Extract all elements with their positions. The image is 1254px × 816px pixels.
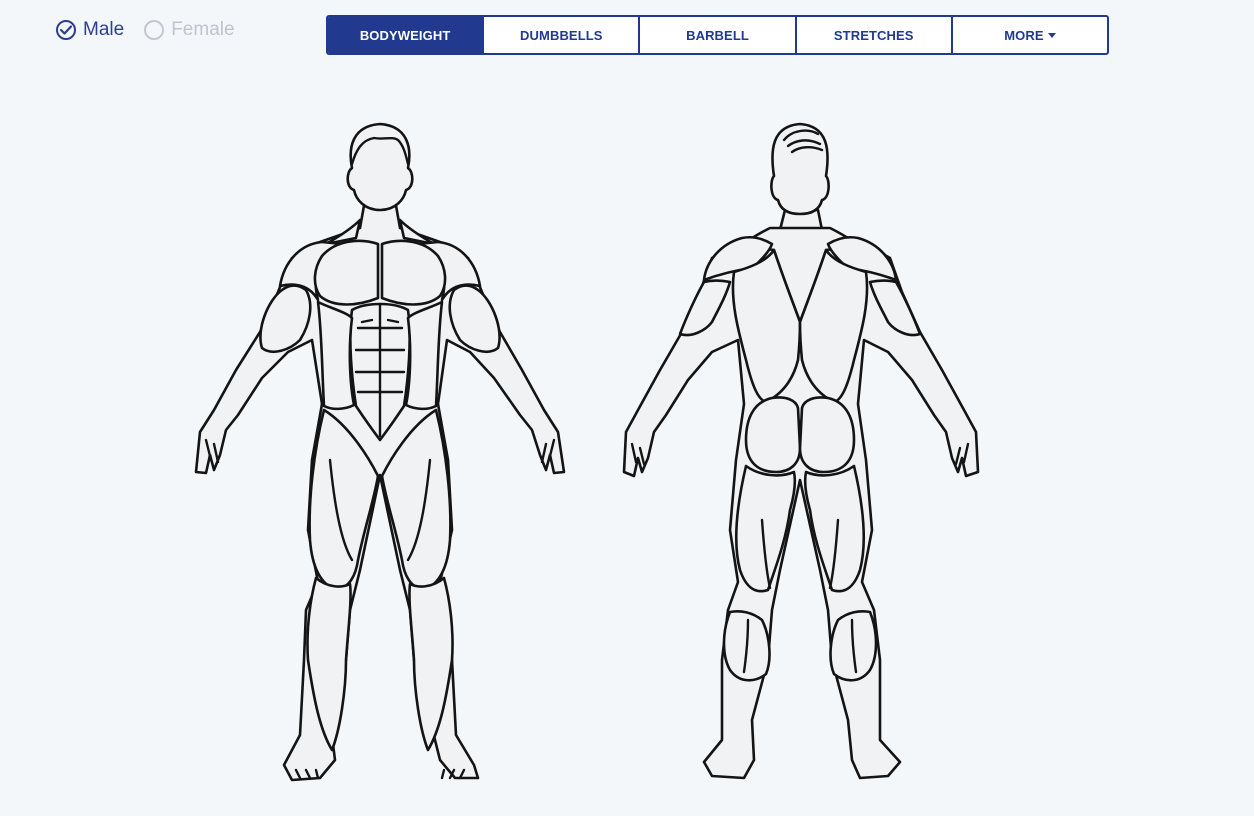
front-body: [194, 122, 566, 782]
front-head[interactable]: [346, 122, 414, 212]
glute-right[interactable]: [798, 396, 856, 474]
hamstring-right[interactable]: [803, 464, 866, 593]
front-silhouette: [194, 198, 566, 782]
oblique-left[interactable]: [316, 300, 356, 411]
back-head[interactable]: [770, 122, 830, 216]
muscle-map: [194, 122, 980, 782]
glute-left[interactable]: [744, 396, 802, 474]
oblique-right[interactable]: [404, 300, 444, 411]
hamstring-left[interactable]: [734, 464, 797, 593]
back-body: [622, 122, 980, 780]
